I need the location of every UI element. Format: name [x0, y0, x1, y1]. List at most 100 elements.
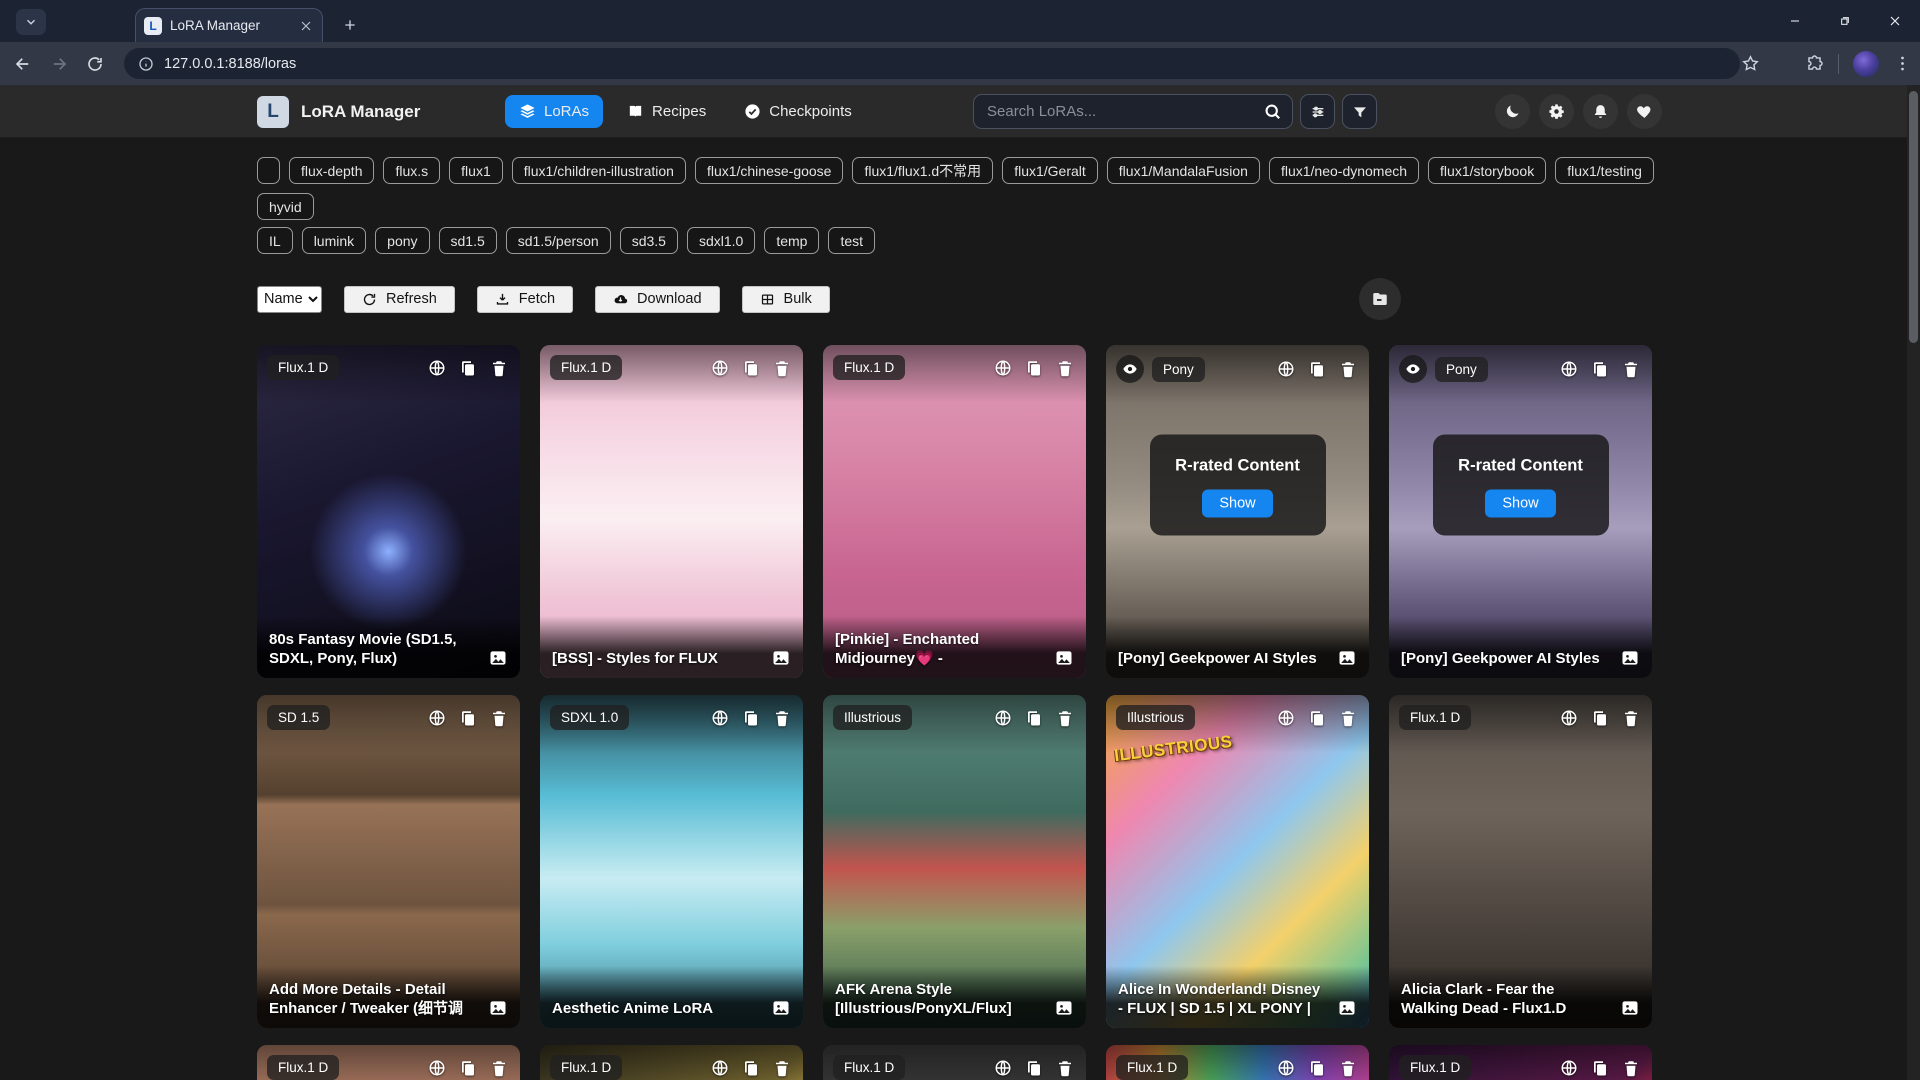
lora-card[interactable]: Flux.1 D80s Fantasy Movie (SD1.5, SDXL, …	[257, 345, 520, 678]
trash-icon[interactable]	[490, 359, 508, 377]
example-images-icon[interactable]	[488, 648, 508, 668]
globe-icon[interactable]	[428, 359, 446, 377]
bulk-button[interactable]: Bulk	[742, 286, 830, 313]
lora-card[interactable]: PonyR-rated ContentShow[Pony] Geekpower …	[1106, 345, 1369, 678]
tag-temp[interactable]: temp	[764, 227, 819, 254]
tag-lumink[interactable]: lumink	[302, 227, 366, 254]
globe-icon[interactable]	[711, 1059, 729, 1077]
lora-card[interactable]: Flux.1 D	[1389, 1045, 1652, 1080]
sort-select[interactable]: Name	[257, 286, 322, 313]
example-images-icon[interactable]	[771, 998, 791, 1018]
trash-icon[interactable]	[773, 359, 791, 377]
new-tab-button[interactable]	[338, 13, 362, 37]
copy-icon[interactable]	[742, 359, 760, 377]
trash-icon[interactable]	[1056, 359, 1074, 377]
trash-icon[interactable]	[773, 1059, 791, 1077]
trash-icon[interactable]	[1339, 360, 1357, 378]
example-images-icon[interactable]	[771, 648, 791, 668]
globe-icon[interactable]	[428, 1059, 446, 1077]
refresh-button[interactable]: Refresh	[344, 286, 455, 313]
globe-icon[interactable]	[1560, 1059, 1578, 1077]
lora-card[interactable]: Flux.1 D	[1106, 1045, 1369, 1080]
extensions-icon[interactable]	[1805, 54, 1824, 73]
example-images-icon[interactable]	[488, 998, 508, 1018]
back-button[interactable]	[10, 51, 36, 77]
tag-flux-depth[interactable]: flux-depth	[289, 157, 374, 184]
copy-icon[interactable]	[742, 709, 760, 727]
globe-icon[interactable]	[994, 359, 1012, 377]
tag-flux1/Geralt[interactable]: flux1/Geralt	[1002, 157, 1098, 184]
globe-icon[interactable]	[1277, 709, 1295, 727]
globe-icon[interactable]	[1560, 709, 1578, 727]
favorites-button[interactable]	[1627, 94, 1662, 129]
tag-sdxl1.0[interactable]: sdxl1.0	[687, 227, 755, 254]
lora-card[interactable]: Flux.1 D[Pinkie] - Enchanted Midjourney💗…	[823, 345, 1086, 678]
lora-card[interactable]: IllustriousILLUSTRIOUSAlice In Wonderlan…	[1106, 695, 1369, 1028]
copy-icon[interactable]	[1025, 709, 1043, 727]
globe-icon[interactable]	[1277, 360, 1295, 378]
copy-icon[interactable]	[459, 1059, 477, 1077]
tag-hyvid[interactable]: hyvid	[257, 193, 314, 220]
tab-close-icon[interactable]	[298, 18, 314, 34]
trash-icon[interactable]	[490, 709, 508, 727]
globe-icon[interactable]	[711, 359, 729, 377]
example-images-icon[interactable]	[1054, 998, 1074, 1018]
tab-checkpoints[interactable]: Checkpoints	[730, 95, 866, 128]
window-restore-button[interactable]	[1820, 0, 1870, 42]
page-scrollbar[interactable]	[1907, 85, 1920, 1080]
copy-icon[interactable]	[1025, 359, 1043, 377]
theme-toggle-button[interactable]	[1495, 94, 1530, 129]
copy-icon[interactable]	[1308, 709, 1326, 727]
tag-sd3.5[interactable]: sd3.5	[620, 227, 678, 254]
globe-icon[interactable]	[994, 709, 1012, 727]
folder-button[interactable]	[1359, 278, 1401, 320]
trash-icon[interactable]	[1622, 709, 1640, 727]
settings-button[interactable]	[1539, 94, 1574, 129]
lora-card[interactable]: IllustriousAFK Arena Style [Illustrious/…	[823, 695, 1086, 1028]
tag-flux1/flux1.d不常用[interactable]: flux1/flux1.d不常用	[852, 157, 993, 184]
copy-icon[interactable]	[1591, 709, 1609, 727]
copy-icon[interactable]	[1308, 1059, 1326, 1077]
fetch-button[interactable]: Fetch	[477, 286, 573, 313]
example-images-icon[interactable]	[1620, 648, 1640, 668]
copy-icon[interactable]	[1308, 360, 1326, 378]
lora-card[interactable]: PonyR-rated ContentShow[Pony] Geekpower …	[1389, 345, 1652, 678]
lora-card[interactable]: SD 1.5Add More Details - Detail Enhancer…	[257, 695, 520, 1028]
notifications-button[interactable]	[1583, 94, 1618, 129]
tag-flux1/neo-dynomech[interactable]: flux1/neo-dynomech	[1269, 157, 1419, 184]
visibility-toggle-button[interactable]	[1116, 355, 1144, 383]
lora-card[interactable]: Flux.1 D	[540, 1045, 803, 1080]
visibility-toggle-button[interactable]	[1399, 355, 1427, 383]
trash-icon[interactable]	[490, 1059, 508, 1077]
trash-icon[interactable]	[1339, 709, 1357, 727]
window-close-button[interactable]	[1870, 0, 1920, 42]
copy-icon[interactable]	[1025, 1059, 1043, 1077]
show-button[interactable]: Show	[1485, 489, 1555, 517]
trash-icon[interactable]	[1622, 1059, 1640, 1077]
bookmark-star-icon[interactable]	[1741, 54, 1760, 73]
tab-loras[interactable]: LoRAs	[505, 95, 603, 128]
trash-icon[interactable]	[1056, 709, 1074, 727]
tag-test[interactable]: test	[828, 227, 875, 254]
copy-icon[interactable]	[459, 359, 477, 377]
copy-icon[interactable]	[459, 709, 477, 727]
tag-pony[interactable]: pony	[375, 227, 429, 254]
trash-icon[interactable]	[773, 709, 791, 727]
sort-options-button[interactable]	[1300, 94, 1335, 129]
trash-icon[interactable]	[1056, 1059, 1074, 1077]
example-images-icon[interactable]	[1337, 998, 1357, 1018]
lora-card[interactable]: SDXL 1.0Aesthetic Anime LoRA	[540, 695, 803, 1028]
example-images-icon[interactable]	[1620, 998, 1640, 1018]
lora-card[interactable]: Flux.1 DAlicia Clark - Fear the Walking …	[1389, 695, 1652, 1028]
tag-IL[interactable]: IL	[257, 227, 293, 254]
example-images-icon[interactable]	[1054, 648, 1074, 668]
copy-icon[interactable]	[742, 1059, 760, 1077]
globe-icon[interactable]	[994, 1059, 1012, 1077]
trash-icon[interactable]	[1339, 1059, 1357, 1077]
globe-icon[interactable]	[1277, 1059, 1295, 1077]
profile-avatar[interactable]	[1853, 51, 1879, 77]
tab-search-button[interactable]	[16, 9, 46, 35]
forward-button[interactable]	[46, 51, 72, 77]
lora-card[interactable]: Flux.1 D	[823, 1045, 1086, 1080]
lora-card[interactable]: Flux.1 D[BSS] - Styles for FLUX	[540, 345, 803, 678]
